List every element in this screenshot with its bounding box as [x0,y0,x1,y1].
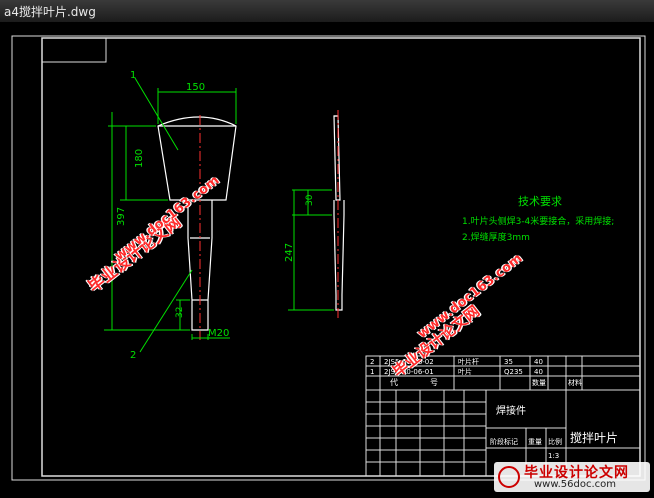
bom-row1-qty: 35 [504,358,513,366]
logo-mark-icon [498,466,520,488]
bom-row1-name: 叶片杆 [458,357,479,366]
site-logo: 毕业设计论文网 www.56doc.com [494,462,650,492]
dim-width-top: 150 [186,82,205,93]
scale-label: 比例 [548,437,562,446]
balloon-1: 1 [130,70,136,81]
dim-thread-len: 32 [175,307,185,318]
weight-label: 重量 [528,438,542,446]
bom-row2-qty: Q235 [504,368,523,376]
bom-row2-no: 1 [370,368,374,376]
window-titlebar: a4搅拌叶片.dwg [0,0,654,23]
assembly-name: 焊接件 [496,404,526,417]
part-name: 搅拌叶片 [570,430,618,445]
side-view [333,115,345,311]
bom-header-qty: 数量 [532,378,546,387]
bom-row1-no: 2 [370,358,374,366]
dim-side-top: 30 [305,194,315,206]
tech-req-title: 技术要求 [518,195,562,208]
window-title: a4搅拌叶片.dwg [4,5,96,19]
bom-header-code2: 号 [430,378,438,387]
dim-height-head: 180 [134,149,145,168]
drawing-svg: 150 180 397 32 M20 1 2 30 247 技术要求 1.叶片头… [11,35,646,481]
tech-req-line1: 1.叶片头侧焊3-4米要接合，采用焊接; [462,215,614,227]
dim-shaft: 247 [284,243,295,262]
dim-thread-size: M20 [208,328,229,339]
scale-value: 1:3 [548,452,559,460]
bom-row2-name: 叶片 [458,367,472,376]
dim-total-length: 397 [116,207,127,226]
balloon-2: 2 [130,350,136,361]
bom-row1-mat: 40 [534,358,543,366]
bom-header-code1: 代 [390,377,398,387]
bom-header-mat: 材料 [568,378,582,387]
logo-url: www.56doc.com [534,479,617,490]
stage-label: 阶段标记 [490,437,518,446]
cad-canvas[interactable]: 150 180 397 32 M20 1 2 30 247 技术要求 1.叶片头… [0,22,654,494]
bom-row2-mat: 40 [534,368,543,376]
corner-box [41,37,107,63]
tech-req-line2: 2.焊缝厚度3mm [462,231,530,243]
